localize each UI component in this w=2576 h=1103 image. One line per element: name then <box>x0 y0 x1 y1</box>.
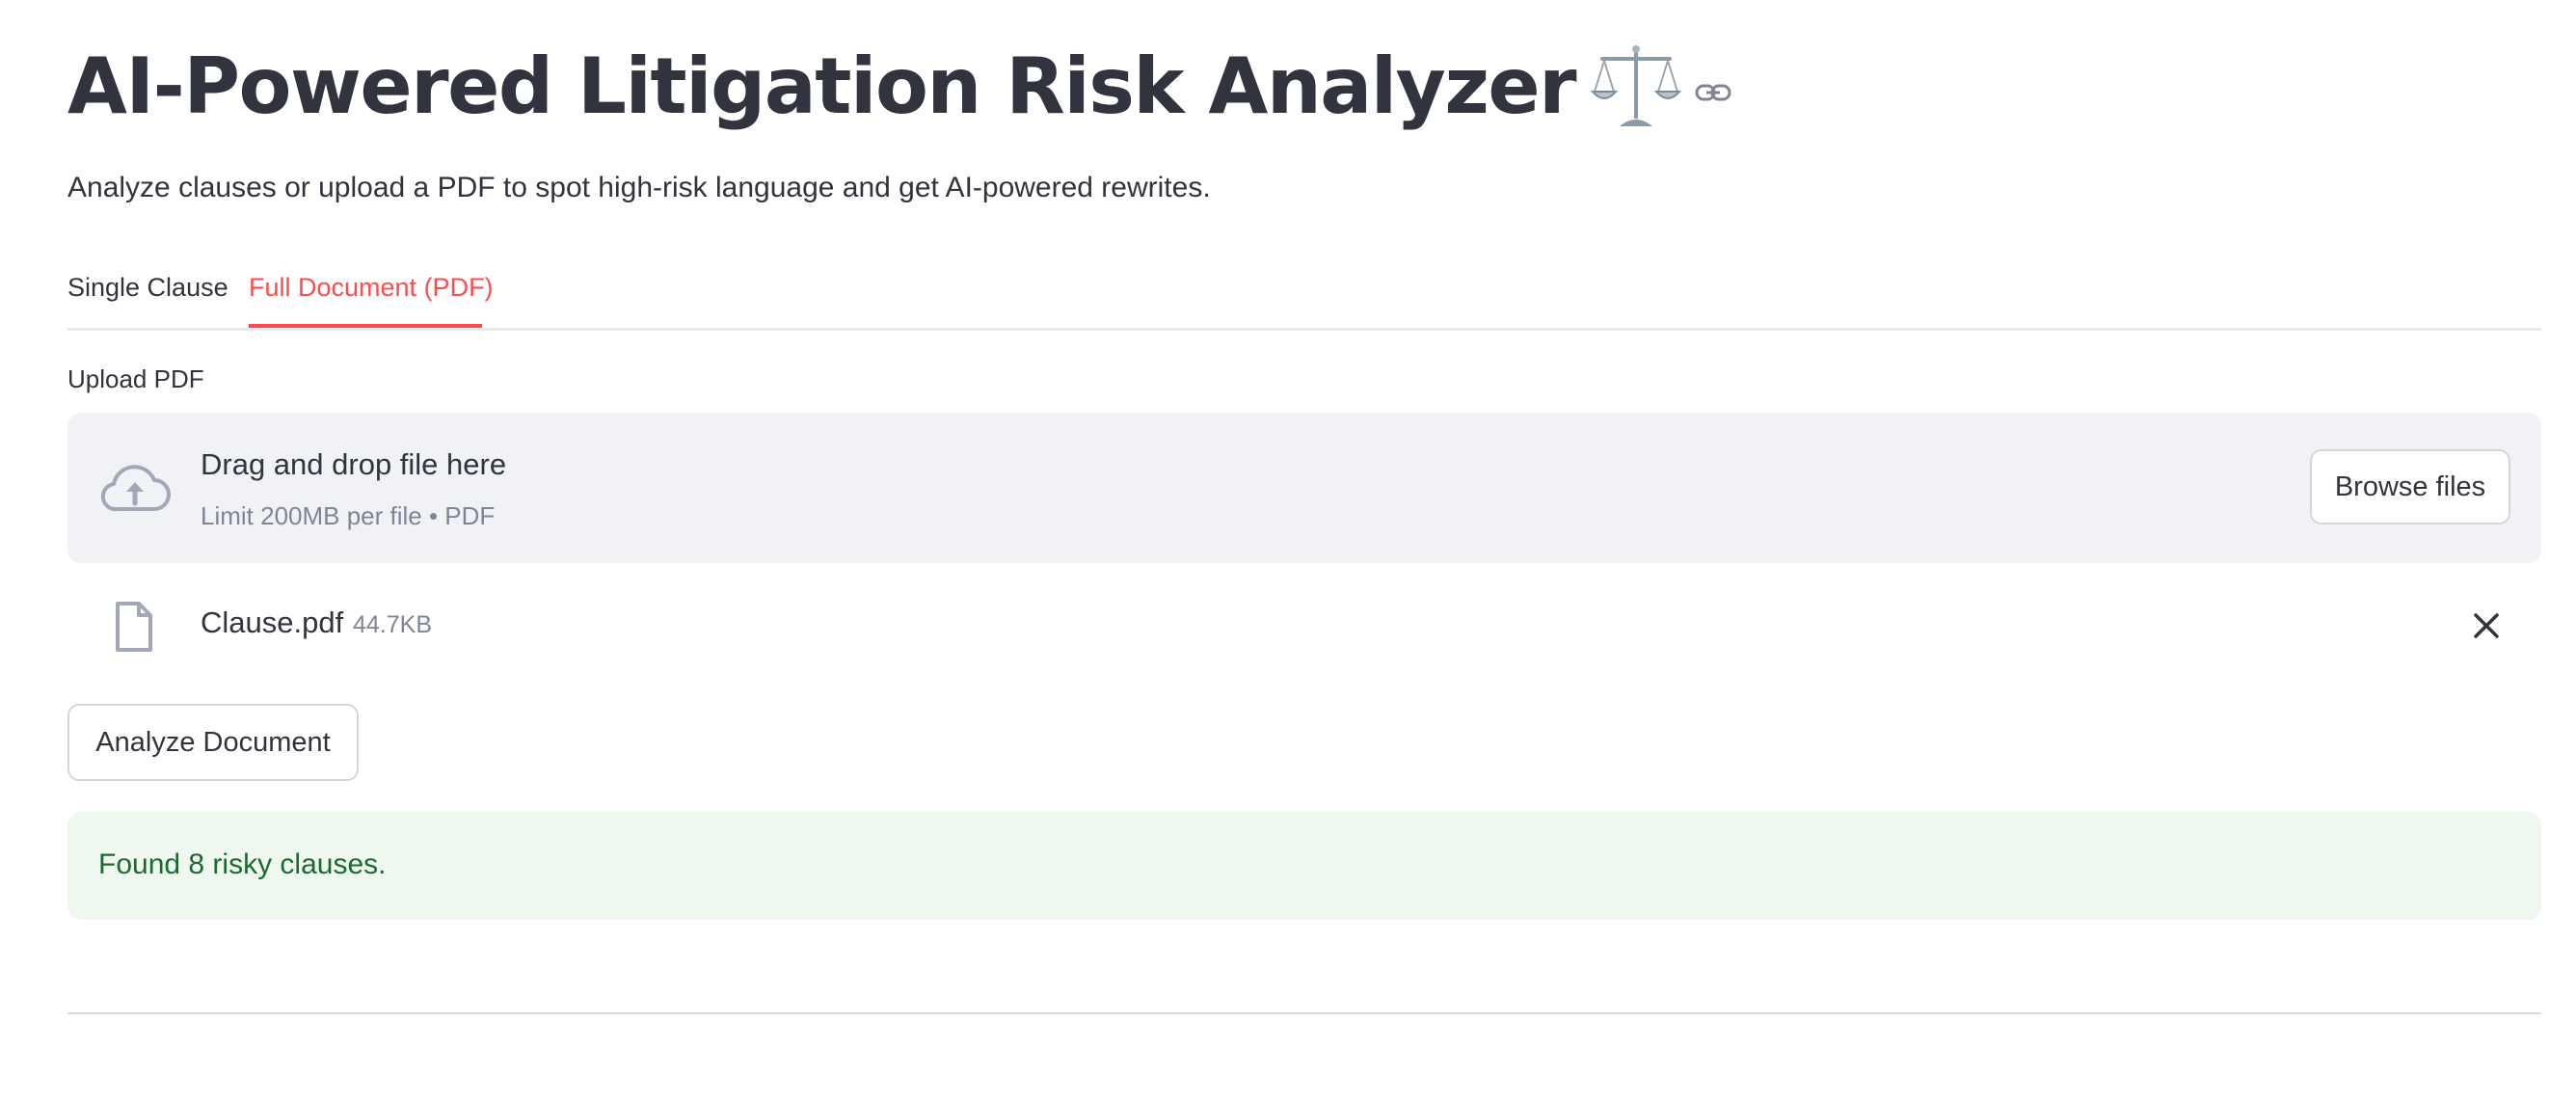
link-icon[interactable] <box>1695 81 1731 104</box>
divider <box>67 1012 2541 1014</box>
cloud-upload-icon <box>98 459 172 517</box>
page-subtitle: Analyze clauses or upload a PDF to spot … <box>67 172 1211 203</box>
browse-files-button[interactable]: Browse files <box>2310 449 2510 525</box>
success-message: Found 8 risky clauses. <box>98 848 387 880</box>
title-row: AI-Powered Litigation Risk Analyzer <box>67 29 1731 145</box>
tab-full-document[interactable]: Full Document (PDF) <box>249 268 494 326</box>
upload-label: Upload PDF <box>67 364 204 393</box>
file-icon <box>114 602 154 652</box>
success-alert: Found 8 risky clauses. <box>67 812 2541 920</box>
dropzone-title: Drag and drop file here <box>201 447 507 481</box>
analyze-document-button[interactable]: Analyze Document <box>67 704 359 781</box>
tab-single-clause[interactable]: Single Clause <box>67 268 228 326</box>
close-icon[interactable] <box>2470 609 2503 642</box>
active-tab-indicator <box>249 324 482 328</box>
balance-scale-icon <box>1590 41 1682 132</box>
file-dropzone[interactable]: Drag and drop file here Limit 200MB per … <box>67 413 2541 563</box>
dropzone-limit: Limit 200MB per file • PDF <box>201 501 496 530</box>
tab-bar: Single Clause Full Document (PDF) <box>67 260 2541 331</box>
page-title: AI-Powered Litigation Risk Analyzer <box>67 41 1577 131</box>
file-size: 44.7KB <box>353 611 433 638</box>
file-name: Clause.pdf <box>201 605 344 639</box>
uploaded-file-row: Clause.pdf 44.7KB <box>67 588 2541 665</box>
